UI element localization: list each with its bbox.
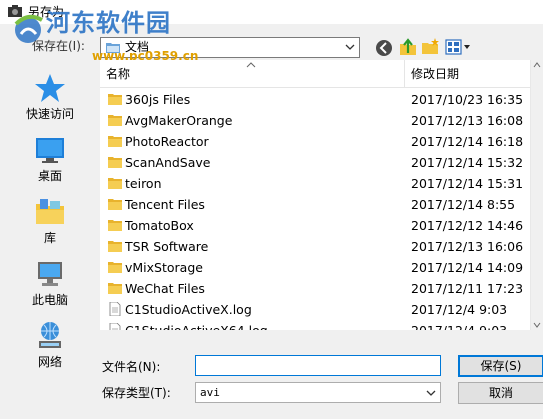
save-button[interactable]: 保存(S) (458, 355, 543, 377)
folder-icon (108, 115, 122, 126)
sidebar: 快速访问 桌面 库 此电脑 网络 (0, 60, 100, 369)
filetype-value: avi (200, 386, 220, 399)
item-name: WeChat Files (125, 281, 205, 296)
item-name: C1StudioActiveX64.log (125, 322, 268, 330)
item-modified-date: 2017/12/12 14:46 (411, 218, 524, 233)
item-name: TSR Software (125, 239, 209, 254)
view-menu-icon[interactable] (444, 37, 472, 57)
network-icon (39, 322, 61, 348)
chevron-down-icon (345, 44, 355, 50)
item-name: 360js Files (125, 92, 191, 107)
computer-icon (38, 262, 62, 286)
folder-icon (108, 157, 122, 168)
folder-row[interactable]: TSR Software 2017/12/13 16:06 (100, 236, 532, 257)
item-name: C1StudioActiveX.log (125, 302, 252, 317)
file-list-header: 名称 修改日期 (100, 60, 543, 88)
folder-icon (108, 220, 122, 231)
watermark-logo (14, 14, 43, 43)
folder-icon (108, 94, 122, 105)
folder-row[interactable]: teiron 2017/12/14 15:31 (100, 173, 532, 194)
folder-row[interactable]: ScanAndSave 2017/12/14 15:32 (100, 152, 532, 173)
folder-row[interactable]: Tencent Files 2017/12/14 8:55 (100, 194, 532, 215)
chevron-down-icon (426, 390, 436, 396)
folder-row[interactable]: PhotoReactor 2017/12/14 16:18 (100, 131, 532, 152)
vertical-scrollbar[interactable] (530, 60, 543, 330)
cancel-button[interactable]: 取消 (458, 382, 543, 404)
filename-label: 文件名(N): (102, 360, 161, 374)
item-modified-date: 2017/12/11 17:23 (411, 281, 524, 296)
text-file-icon (109, 302, 121, 316)
item-modified-date: 2017/12/4 9:03 (411, 322, 507, 330)
filetype-label: 保存类型(T): (102, 386, 171, 400)
sidebar-item-label: 库 (43, 231, 56, 245)
library-icon (36, 199, 64, 224)
sort-ascending-icon (246, 62, 256, 68)
scroll-up-icon[interactable] (533, 62, 541, 68)
folder-icon (108, 262, 122, 273)
folder-icon (108, 283, 122, 294)
file-row[interactable]: C1StudioActiveX.log 2017/12/4 9:03 (100, 299, 532, 320)
folder-row[interactable]: AvgMakerOrange 2017/12/13 16:08 (100, 110, 532, 131)
scroll-down-icon[interactable] (533, 322, 541, 328)
up-folder-icon[interactable] (398, 37, 418, 57)
desktop-icon (36, 138, 64, 163)
folder-row[interactable]: WeChat Files 2017/12/11 17:23 (100, 278, 532, 299)
new-folder-icon[interactable] (420, 37, 440, 57)
item-modified-date: 2017/12/13 16:08 (411, 113, 524, 128)
sidebar-item-this-pc[interactable]: 此电脑 (6, 254, 94, 318)
folder-icon (108, 199, 122, 210)
file-list[interactable]: 名称 修改日期 360js Files 2017/10/23 16:35 AvgMa… (100, 60, 543, 330)
folder-row[interactable]: 360js Files 2017/10/23 16:35 (100, 89, 532, 110)
sidebar-item-quick-access[interactable]: 快速访问 (6, 68, 94, 132)
sidebar-item-desktop[interactable]: 桌面 (6, 130, 94, 194)
sidebar-item-network[interactable]: 网络 (6, 316, 94, 380)
back-icon[interactable] (374, 38, 394, 58)
item-name: vMixStorage (125, 260, 203, 275)
column-divider[interactable] (404, 60, 405, 88)
item-modified-date: 2017/12/13 16:06 (411, 239, 524, 254)
file-row[interactable]: C1StudioActiveX64.log 2017/12/4 9:03 (100, 320, 532, 330)
item-modified-date: 2017/12/14 14:09 (411, 260, 524, 275)
item-name: teiron (125, 176, 162, 191)
item-name: TomatoBox (125, 218, 194, 233)
item-modified-date: 2017/12/14 15:31 (411, 176, 524, 191)
star-icon (35, 74, 65, 102)
text-file-icon (109, 323, 121, 330)
sidebar-item-label: 此电脑 (31, 293, 68, 307)
item-name: Tencent Files (125, 197, 205, 212)
folder-row[interactable]: TomatoBox 2017/12/12 14:46 (100, 215, 532, 236)
item-modified-date: 2017/12/14 8:55 (411, 197, 516, 212)
sidebar-item-label: 网络 (37, 355, 62, 369)
sidebar-item-label: 桌面 (37, 169, 62, 183)
item-modified-date: 2017/12/14 15:32 (411, 155, 524, 170)
filetype-dropdown[interactable]: avi (195, 382, 441, 403)
item-name: ScanAndSave (125, 155, 211, 170)
sidebar-item-label: 快速访问 (25, 107, 74, 121)
column-header-name[interactable]: 名称 (106, 67, 130, 82)
item-modified-date: 2017/12/4 9:03 (411, 302, 508, 317)
column-header-date[interactable]: 修改日期 (411, 67, 459, 82)
sidebar-item-library[interactable]: 库 (6, 192, 94, 256)
folder-row[interactable]: vMixStorage 2017/12/14 14:09 (100, 257, 532, 278)
folder-icon (108, 241, 122, 252)
folder-icon (108, 178, 122, 189)
filename-input[interactable] (195, 355, 441, 376)
item-name: PhotoReactor (125, 134, 209, 149)
item-modified-date: 2017/10/23 16:35 (411, 92, 524, 107)
watermark-title: 河东软件园 (46, 9, 171, 37)
item-name: AvgMakerOrange (125, 113, 233, 128)
folder-icon (108, 136, 122, 147)
item-modified-date: 2017/12/14 16:18 (411, 134, 524, 149)
